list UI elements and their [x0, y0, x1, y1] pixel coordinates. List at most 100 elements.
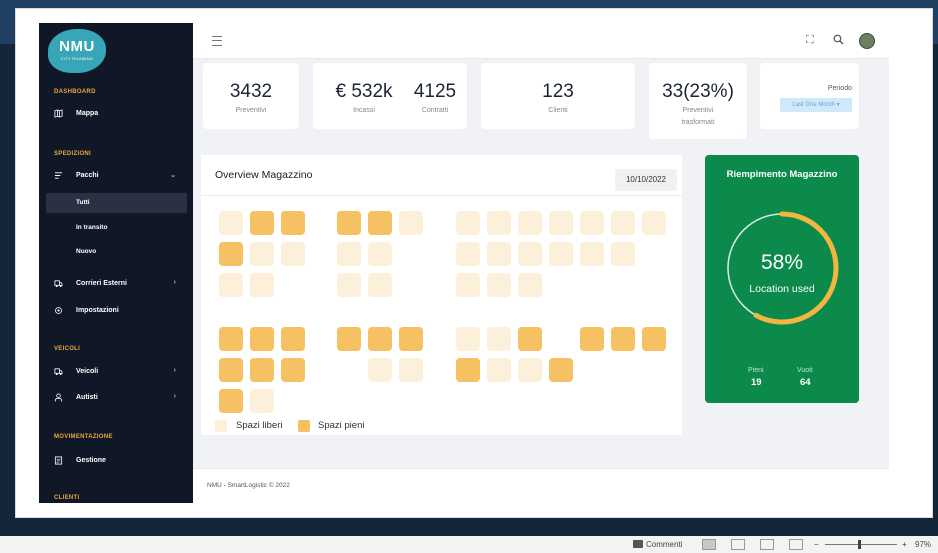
date-picker[interactable]: 10/10/2022	[615, 169, 677, 191]
periodo-card: Periodo	[760, 63, 859, 129]
reading-view-icon[interactable]	[760, 539, 774, 550]
sidebar-subitem-label: In transito	[76, 224, 108, 231]
slot-pieno	[281, 358, 305, 382]
slot-pieno	[281, 211, 305, 235]
legend-label-liberi: Spazi liberi	[236, 420, 283, 431]
slot-libero	[337, 242, 361, 266]
periodo-label: Periodo	[827, 85, 852, 92]
legend-swatch-liberi	[215, 420, 227, 432]
sidebar-subitem-nuovo[interactable]: Nuovo	[46, 242, 187, 262]
sidebar-item-corrieri-esterni[interactable]: Corrieri Esterni ›	[54, 275, 186, 293]
slot-libero	[250, 242, 274, 266]
slot-libero	[518, 242, 542, 266]
slot-libero	[368, 358, 392, 382]
sidebar-subitem-tutti[interactable]: Tutti	[46, 193, 187, 213]
status-bar: Commenti − + 97%	[0, 536, 938, 553]
section-movimentazione: MOVIMENTAZIONE	[54, 434, 113, 440]
avatar[interactable]	[859, 33, 875, 49]
zoom-in-icon[interactable]: +	[902, 540, 907, 549]
legend-label-pieni: Spazi pieni	[318, 420, 365, 431]
slot-libero	[456, 211, 480, 235]
slot-libero	[642, 211, 666, 235]
chevron-right-icon: ›	[173, 279, 176, 286]
section-spedizioni: SPEDIZIONI	[54, 151, 92, 157]
sidebar-item-gestione[interactable]: Gestione	[54, 452, 186, 470]
slot-pieno	[337, 327, 361, 351]
kpi-label: Incassi	[353, 107, 375, 114]
slot-libero	[487, 358, 511, 382]
fullscreen-icon[interactable]: ⛶	[806, 34, 814, 47]
slot-pieno	[611, 327, 635, 351]
slot-libero	[487, 273, 511, 297]
footer: NMU - SmartLogistic © 2022	[193, 468, 889, 504]
slot-pieno	[219, 242, 243, 266]
sidebar-subitem-in-transito[interactable]: In transito	[46, 218, 187, 238]
kpi-card-preventivi: 3432 Preventivi	[203, 63, 299, 129]
sidebar-item-label: Impostazioni	[76, 307, 119, 314]
chevron-right-icon: ›	[173, 367, 176, 374]
sidebar-item-impostazioni[interactable]: Impostazioni	[54, 302, 186, 320]
sidebar-item-autisti[interactable]: Autisti ›	[54, 389, 186, 407]
vuoti-label: Vuoti	[797, 367, 813, 374]
sidebar-subitem-label: Tutti	[76, 199, 90, 206]
sidebar-item-veicoli[interactable]: Veicoli ›	[54, 363, 186, 381]
slot-pieno	[250, 327, 274, 351]
zoom-level[interactable]: 97%	[915, 540, 931, 549]
sidebar-item-mappa[interactable]: Mappa	[54, 105, 186, 123]
slot-pieno	[368, 327, 392, 351]
zoom-out-icon[interactable]: −	[814, 540, 819, 549]
kpi-label: Clienti	[548, 107, 568, 114]
sidebar-item-label: Gestione	[76, 457, 106, 464]
pieni-value: 19	[751, 377, 762, 388]
slot-pieno	[219, 389, 243, 413]
slot-libero	[399, 211, 423, 235]
top-bar: ⛶	[193, 23, 889, 59]
chevron-down-icon: ⌄	[170, 172, 176, 179]
slot-libero	[518, 211, 542, 235]
slot-libero	[487, 327, 511, 351]
slot-pieno	[250, 211, 274, 235]
sidebar: NMU CITY ROAMING DASHBOARD Mappa SPEDIZI…	[39, 23, 193, 503]
sidebar-item-label: Pacchi	[76, 172, 99, 179]
normal-view-icon[interactable]	[702, 539, 716, 550]
truck-icon	[54, 280, 63, 288]
comments-button[interactable]: Commenti	[646, 540, 682, 549]
sidebar-subitem-label: Nuovo	[76, 248, 97, 255]
slot-libero	[580, 211, 604, 235]
kpi-card-trasformati: 33(23%) Preventivi trasformati	[649, 63, 747, 139]
sidebar-item-pacchi[interactable]: Pacchi ⌄	[54, 167, 186, 185]
slot-libero	[518, 273, 542, 297]
slideshow-icon[interactable]	[789, 539, 803, 550]
slot-libero	[456, 327, 480, 351]
slot-libero	[518, 358, 542, 382]
kpi-label: Preventivi	[235, 107, 267, 114]
slot-libero	[549, 211, 573, 235]
logo[interactable]: NMU CITY ROAMING	[48, 29, 106, 73]
legend-swatch-pieni	[298, 420, 310, 432]
zoom-slider[interactable]	[825, 544, 897, 545]
fill-percent: 58%	[760, 251, 804, 274]
search-icon[interactable]	[833, 34, 844, 48]
footer-text: NMU - SmartLogistic © 2022	[207, 482, 290, 489]
slot-pieno	[399, 327, 423, 351]
hamburger-menu-icon[interactable]	[212, 36, 222, 46]
slot-libero	[250, 389, 274, 413]
kpi-card-clienti: 123 Clienti	[481, 63, 635, 129]
gear-icon	[55, 307, 62, 314]
slot-libero	[456, 242, 480, 266]
slot-libero	[219, 273, 243, 297]
riempimento-title: Riempimento Magazzino	[726, 169, 838, 180]
slot-pieno	[549, 358, 573, 382]
kpi-card-incassi-contratti: € 532k Incassi 4125 Contratti	[313, 63, 467, 129]
overview-title: Overview Magazzino	[215, 169, 313, 181]
zoom-slider-thumb[interactable]	[858, 540, 861, 549]
kpi-value: € 532k	[335, 81, 393, 102]
comment-icon[interactable]	[633, 540, 643, 548]
slot-pieno	[337, 211, 361, 235]
slide-sorter-icon[interactable]	[731, 539, 745, 550]
slot-libero	[580, 242, 604, 266]
slot-libero	[549, 242, 573, 266]
slot-libero	[487, 211, 511, 235]
period-dropdown[interactable]: Last One Month ▾	[780, 98, 852, 112]
sidebar-item-label: Autisti	[76, 394, 98, 401]
